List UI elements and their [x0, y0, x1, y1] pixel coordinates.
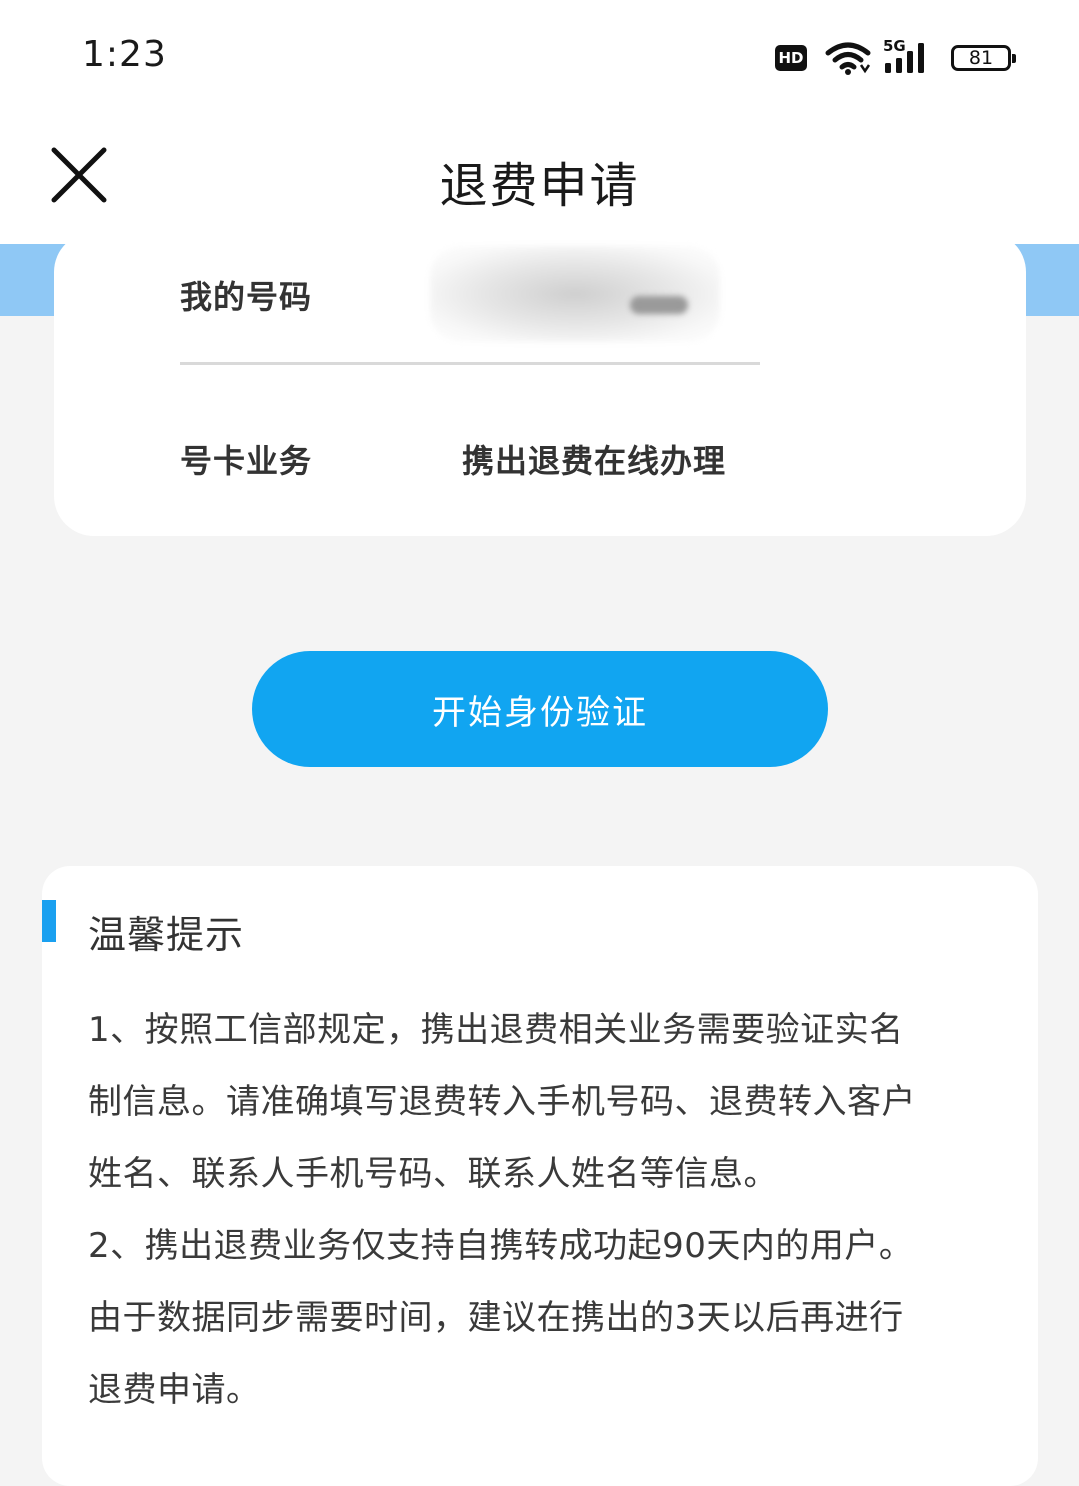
- wifi-icon: [825, 42, 871, 75]
- number-label: 我的号码: [180, 278, 313, 316]
- status-bar: 1:23 HD 5G 81: [0, 0, 1079, 112]
- tips-accent-bar: [42, 900, 56, 942]
- status-time: 1:23: [82, 34, 167, 75]
- status-icons: HD 5G 81: [775, 37, 1016, 78]
- page-title: 退费申请: [439, 158, 640, 214]
- tips-line: 姓名、联系人手机号码、联系人姓名等信息。: [88, 1154, 778, 1194]
- field-divider: [180, 362, 760, 365]
- tips-line: 退费申请。: [88, 1370, 261, 1410]
- nav-bar: 退费申请: [0, 112, 1079, 244]
- account-info-card: 我的号码 号卡业务 携出退费在线办理: [54, 232, 1026, 536]
- cellular-signal-icon: 5G: [883, 37, 933, 75]
- hd-icon: HD: [775, 45, 807, 71]
- service-value: 携出退费在线办理: [462, 442, 727, 480]
- battery-icon: 81: [951, 45, 1016, 71]
- tips-line: 制信息。请准确填写退费转入手机号码、退费转入客户: [88, 1082, 916, 1122]
- tips-body: 1、按照工信部规定，携出退费相关业务需要验证实名 制信息。请准确填写退费转入手机…: [88, 994, 1008, 1426]
- start-verification-button[interactable]: 开始身份验证: [252, 651, 828, 767]
- tips-line: 2、携出退费业务仅支持自携转成功起90天内的用户。: [88, 1226, 914, 1266]
- tips-line: 由于数据同步需要时间，建议在携出的3天以后再进行: [88, 1298, 904, 1338]
- service-label: 号卡业务: [180, 442, 313, 480]
- tips-card: 温馨提示 1、按照工信部规定，携出退费相关业务需要验证实名 制信息。请准确填写退…: [42, 866, 1038, 1486]
- battery-level: 81: [968, 47, 994, 69]
- tips-title: 温馨提示: [88, 913, 245, 957]
- tips-line: 1、按照工信部规定，携出退费相关业务需要验证实名: [88, 1010, 904, 1050]
